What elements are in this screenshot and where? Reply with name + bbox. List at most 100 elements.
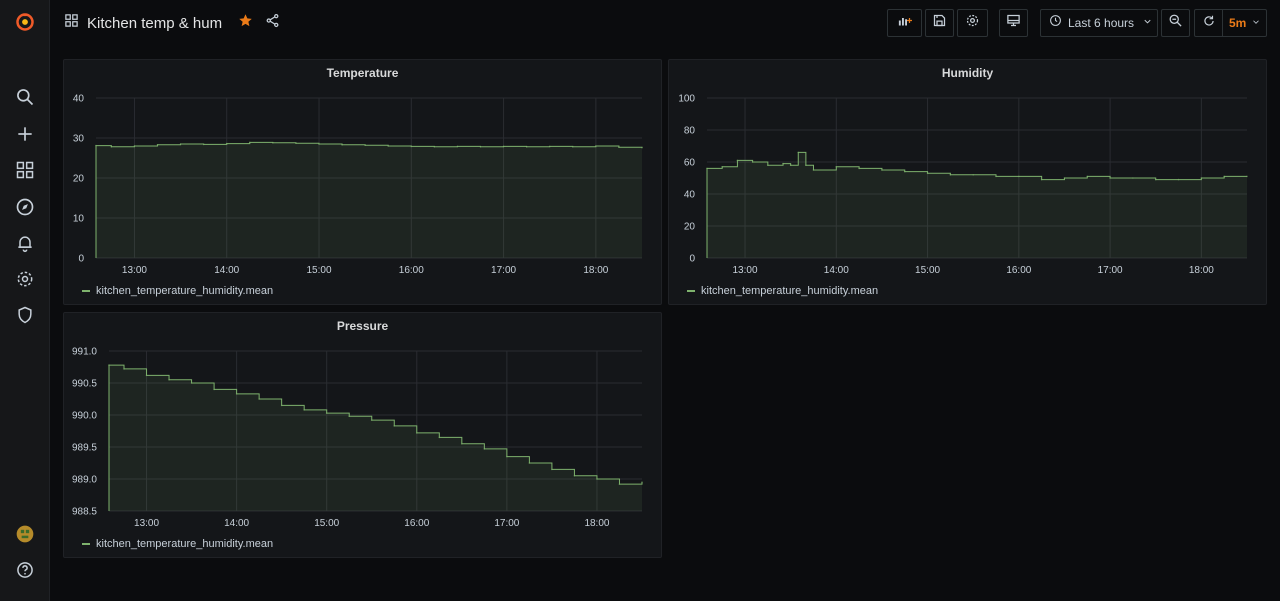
time-range-picker[interactable]: Last 6 hours [1040,9,1158,37]
legend-item[interactable]: kitchen_temperature_humidity.mean [687,285,878,297]
data-point [393,425,396,427]
zoom-out-button[interactable] [1161,9,1190,37]
time-range-label: Last 6 hours [1068,16,1135,30]
data-point [258,398,260,400]
y-tick-label: 990.5 [72,379,97,390]
cycle-view-mode-button[interactable] [999,9,1028,37]
data-point [179,143,182,145]
chevron-down-icon [1142,14,1153,32]
x-tick-label: 17:00 [494,518,519,529]
temperature-panel: Temperature 0 10 20 30 40 13:00 14:00 15:00 16:0… [63,59,662,305]
legend-swatch [687,290,695,292]
help-icon[interactable] [13,558,37,582]
legend-swatch [82,290,90,292]
data-point [506,455,508,458]
y-tick-label: 989.5 [72,443,97,454]
y-tick-label: 0 [689,254,695,265]
save-dashboard-button[interactable] [925,9,954,37]
data-point [1109,177,1111,179]
chevron-down-icon [1251,14,1261,32]
x-tick-label: 15:00 [306,265,331,276]
data-point [479,146,482,148]
data-point [551,468,553,471]
data-point [156,144,159,146]
x-tick-label: 13:00 [733,265,758,276]
data-point [596,478,598,480]
add-panel-button[interactable] [887,9,922,37]
y-tick-label: 0 [78,254,84,265]
data-point [1200,177,1203,179]
data-point [502,145,505,148]
dashboard-title-area: Kitchen temp & hum [64,12,280,34]
data-point [1223,175,1225,178]
x-tick-label: 13:00 [122,265,147,276]
data-point [235,393,238,395]
data-point [1177,178,1180,181]
legend-item[interactable]: kitchen_temperature_humidity.mean [82,538,273,550]
refresh-picker[interactable]: 5m [1194,9,1267,37]
dashboards-icon[interactable] [13,158,37,182]
data-point [202,143,205,146]
data-point [318,143,320,145]
sidebar [0,0,50,601]
save-icon [932,13,947,33]
user-avatar[interactable] [13,522,37,546]
data-point [370,419,373,421]
series-area [96,142,642,258]
grafana-logo-icon[interactable] [13,10,37,34]
data-point [1063,177,1066,179]
legend-item[interactable]: kitchen_temperature_humidity.mean [82,285,273,297]
legend-label: kitchen_temperature_humidity.mean [96,285,274,297]
dashboard-settings-button[interactable] [957,9,988,37]
explore-compass-icon[interactable] [13,195,37,219]
data-point [881,169,883,171]
data-point [456,145,459,148]
series-area [707,152,1247,258]
refresh-icon [1202,14,1216,33]
data-point [483,448,486,450]
data-point [595,145,597,147]
monitor-icon [1006,13,1021,33]
star-icon[interactable] [238,13,253,33]
series-area [109,365,642,511]
data-point [325,412,328,414]
search-icon[interactable] [13,85,37,109]
data-point [789,164,792,166]
data-point [190,382,193,384]
x-tick-label: 15:00 [915,265,940,276]
data-point [1040,178,1043,181]
dashboards-grid-icon [64,13,79,33]
data-point [903,170,906,173]
dashboard-title[interactable]: Kitchen temp & hum [87,15,222,32]
refresh-interval: 5m [1229,16,1247,30]
data-point [1154,178,1157,181]
data-point [751,161,754,163]
x-tick-label: 17:00 [491,265,516,276]
y-tick-label: 20 [684,222,696,233]
server-admin-shield-icon[interactable] [13,303,37,327]
data-point [571,146,574,148]
data-point [387,145,390,147]
data-point [858,167,860,170]
data-point [364,144,366,146]
data-point [812,169,815,171]
data-point [168,379,170,381]
data-point [926,172,929,174]
data-point [805,164,807,166]
humidity-panel: Humidity 0 20 40 60 80 100 13:00 14:00 15:00 16:0… [668,59,1267,305]
x-tick-label: 18:00 [584,518,609,529]
alerting-bell-icon[interactable] [13,231,37,255]
data-point [1246,175,1248,178]
data-point [348,415,351,418]
humidity-chart: 0 20 40 60 80 100 13:00 14:00 15:00 16:00 17:00 18:… [678,94,1248,276]
plus-icon[interactable] [13,122,37,146]
y-tick-label: 20 [73,174,85,185]
y-tick-label: 989.0 [72,475,97,486]
legend-swatch [82,543,90,545]
x-tick-label: 14:00 [824,265,849,276]
y-tick-label: 10 [73,214,85,225]
x-tick-label: 18:00 [583,265,608,276]
share-icon[interactable] [265,13,280,33]
configuration-gear-icon[interactable] [13,267,37,291]
data-point [573,475,576,477]
